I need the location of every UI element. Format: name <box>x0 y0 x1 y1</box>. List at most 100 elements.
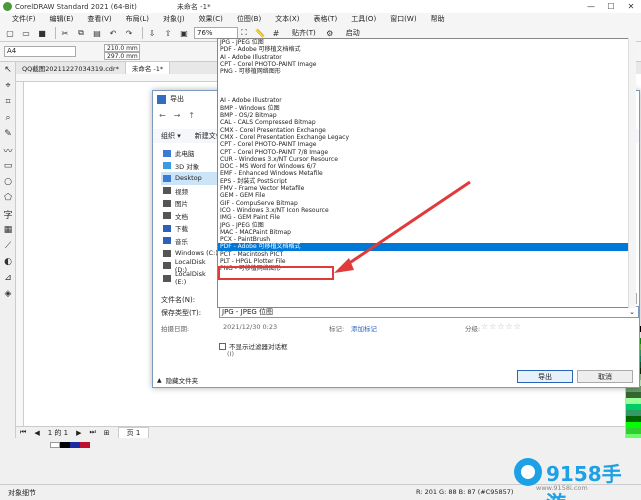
import-icon[interactable]: ⇩ <box>146 27 158 39</box>
pick-tool-icon[interactable]: ↖ <box>0 62 16 78</box>
dropdown-option[interactable]: PDF - Adobe 可移植文档格式 <box>218 243 635 251</box>
dropdown-option[interactable]: CAL - CALS Compressed Bitmap <box>218 119 635 126</box>
rectangle-tool-icon[interactable]: ▭ <box>0 158 16 174</box>
menu-item[interactable]: 对象(J) <box>163 14 185 24</box>
dropdown-option[interactable]: AI - Adobe Illustrator <box>218 97 635 104</box>
checkbox-icon[interactable] <box>219 342 226 350</box>
nav-pane-item[interactable]: LocalDisk (E:) <box>161 270 219 286</box>
dropdown-option[interactable]: PDF - Adobe 可移植文档格式 <box>218 46 635 53</box>
menu-item[interactable]: 布局(L) <box>126 14 149 24</box>
open-icon[interactable]: ▭ <box>20 27 32 39</box>
nav-pane-item[interactable]: 图片 <box>161 197 219 210</box>
dropdown-option[interactable]: AI - Adobe Illustrator <box>218 54 635 61</box>
fill-tool-icon[interactable]: ◈ <box>0 286 16 302</box>
forward-arrow-icon[interactable]: → <box>174 111 181 120</box>
dropdown-option[interactable]: PCT - Macintosh PICT <box>218 251 635 258</box>
menu-item[interactable]: 查看(V) <box>87 14 111 24</box>
undo-icon[interactable]: ↶ <box>107 27 119 39</box>
dropdown-option[interactable]: EPS - 封装式 PostScript <box>218 178 635 185</box>
dropdown-option[interactable]: CPT - Corel PHOTO-PAINT 7/8 Image <box>218 149 635 156</box>
dropdown-option[interactable]: CPT - Corel PHOTO-PAINT Image <box>218 141 635 148</box>
nav-pane-item[interactable]: 下载 <box>161 222 219 235</box>
menu-item[interactable]: 工具(O) <box>351 14 376 24</box>
dropdown-option[interactable]: ICO - Windows 3.x/NT Icon Resource <box>218 207 635 214</box>
menu-item[interactable]: 效果(C) <box>199 14 223 24</box>
crop-tool-icon[interactable]: ⌗ <box>0 94 16 110</box>
dropdown-option[interactable]: GEM - GEM File <box>218 192 635 199</box>
artistic-media-icon[interactable]: 〰 <box>0 142 16 158</box>
export-icon[interactable]: ⇧ <box>162 27 174 39</box>
new-document-icon[interactable]: ▢ <box>4 27 16 39</box>
up-folder-icon[interactable]: ↑ <box>188 111 195 120</box>
page-width-input[interactable]: 210.0 mm <box>104 44 140 52</box>
cut-icon[interactable]: ✂ <box>59 27 71 39</box>
add-page-icon[interactable]: ⊞ <box>104 429 110 437</box>
dropdown-option[interactable]: MAC - MACPaint Bitmap <box>218 229 635 236</box>
add-tag-link[interactable]: 添加标记 <box>351 323 377 333</box>
maximize-icon[interactable]: ☐ <box>601 0 621 13</box>
dropdown-option[interactable]: GIF - CompuServe Bitmap <box>218 200 635 207</box>
first-page-icon[interactable]: ⏮ <box>20 428 26 437</box>
ellipse-tool-icon[interactable]: ○ <box>0 174 16 190</box>
paste-icon[interactable]: ▤ <box>91 27 103 39</box>
polygon-tool-icon[interactable]: ⬠ <box>0 190 16 206</box>
menu-item[interactable]: 位图(B) <box>237 14 261 24</box>
publish-pdf-icon[interactable]: ▣ <box>178 27 190 39</box>
dropdown-option[interactable]: JPG - JPEG 位图 <box>218 222 635 229</box>
rating-stars[interactable]: ☆☆☆☆☆ <box>481 322 522 331</box>
nav-pane-item[interactable]: 文档 <box>161 210 219 223</box>
tab-doc-2[interactable]: 未命名 -1* <box>125 62 171 74</box>
dropdown-option[interactable]: EMF - Enhanced Windows Metafile <box>218 170 635 177</box>
text-tool-icon[interactable]: 字 <box>0 206 16 222</box>
hide-folders-toggle[interactable]: ▲ 隐藏文件夹 <box>157 375 198 386</box>
nav-pane-item[interactable]: 此电脑 <box>161 147 219 160</box>
object-details-label[interactable]: 对象细节 <box>8 488 36 498</box>
dropdown-option[interactable]: DOC - MS Word for Windows 6/7 <box>218 163 635 170</box>
next-page-icon[interactable]: ▶ <box>76 429 81 437</box>
export-button[interactable]: 导出 <box>517 370 573 383</box>
dimension-tool-icon[interactable]: ⟋ <box>0 238 16 254</box>
prev-page-icon[interactable]: ◀ <box>34 429 39 437</box>
table-tool-icon[interactable]: ▦ <box>0 222 16 238</box>
page-height-input[interactable]: 297.0 mm <box>104 52 140 60</box>
eyedropper-icon[interactable]: ⊿ <box>0 270 16 286</box>
dropdown-option[interactable]: FMV - Frame Vector Metafile <box>218 185 635 192</box>
page-size-select[interactable]: A4 <box>4 46 76 57</box>
dropdown-option[interactable]: BMP - OS/2 Bitmap <box>218 112 635 119</box>
tab-doc-1[interactable]: QQ截图20211227034319.cdr* <box>16 62 126 74</box>
nav-pane-item[interactable]: 视频 <box>161 185 219 198</box>
menu-item[interactable]: 窗口(W) <box>390 14 416 24</box>
menu-item[interactable]: 编辑(E) <box>50 14 74 24</box>
dropdown-option[interactable]: BMP - Windows 位图 <box>218 105 635 112</box>
dropdown-option[interactable]: CMX - Corel Presentation Exchange <box>218 127 635 134</box>
cancel-button[interactable]: 取消 <box>577 370 633 383</box>
nav-pane-item[interactable]: 音乐 <box>161 235 219 248</box>
dropdown-scrollbar[interactable] <box>628 38 636 308</box>
dropdown-option[interactable]: PNG - 可移植网络图形 <box>218 68 635 75</box>
dropdown-option[interactable]: CMX - Corel Presentation Exchange Legacy <box>218 134 635 141</box>
nav-pane-item[interactable]: Desktop <box>161 172 219 185</box>
shape-tool-icon[interactable]: ⌖ <box>0 78 16 94</box>
copy-icon[interactable]: ⧉ <box>75 27 87 39</box>
back-arrow-icon[interactable]: ← <box>159 111 166 120</box>
document-palette-swatches[interactable] <box>50 442 90 448</box>
menu-item[interactable]: 文件(F) <box>12 14 36 24</box>
menu-item[interactable]: 表格(T) <box>313 14 337 24</box>
dropdown-option[interactable]: IMG - GEM Paint File <box>218 214 635 221</box>
page-tab-1[interactable]: 页 1 <box>117 426 150 439</box>
zoom-tool-icon[interactable]: ⌕ <box>0 110 16 126</box>
nav-pane-item[interactable]: 3D 对象 <box>161 160 219 173</box>
transparency-tool-icon[interactable]: ◐ <box>0 254 16 270</box>
organize-button[interactable]: 组织 ▾ <box>161 131 181 141</box>
last-page-icon[interactable]: ⏭ <box>89 428 95 437</box>
dropdown-option[interactable]: CUR - Windows 3.x/NT Cursor Resource <box>218 156 635 163</box>
minimize-icon[interactable]: — <box>581 0 601 13</box>
menu-item[interactable]: 文本(X) <box>275 14 299 24</box>
freehand-tool-icon[interactable]: ✎ <box>0 126 16 142</box>
save-icon[interactable]: ■ <box>36 27 48 39</box>
menu-item[interactable]: 帮助 <box>431 14 445 24</box>
close-icon[interactable]: ✕ <box>621 0 641 13</box>
snap-to-button[interactable]: 贴齐(T) <box>292 28 316 38</box>
redo-icon[interactable]: ↷ <box>123 27 135 39</box>
launch-button[interactable]: 启动 <box>346 28 360 38</box>
